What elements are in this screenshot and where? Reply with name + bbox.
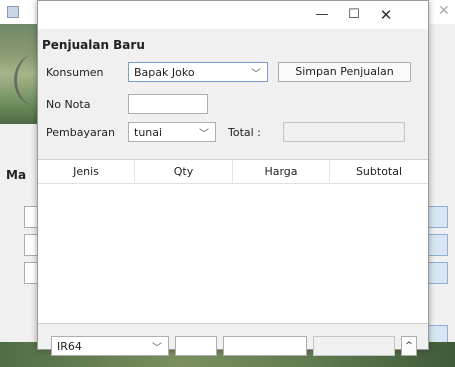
- parent-partial-label: Ma: [6, 168, 27, 182]
- column-header-subtotal[interactable]: Subtotal: [330, 160, 428, 184]
- subtotal-field: [313, 336, 395, 356]
- jenis-combo[interactable]: IR64 ﹀: [51, 336, 169, 356]
- app-icon: [7, 6, 19, 18]
- add-item-button[interactable]: ^: [401, 336, 417, 356]
- chevron-down-icon: ﹀: [199, 129, 209, 140]
- column-header-qty[interactable]: Qty: [135, 160, 233, 184]
- dialog-title: Penjualan Baru: [42, 38, 145, 52]
- penjualan-baru-dialog: — ☐ ✕ Penjualan Baru Konsumen Bapak Joko…: [37, 0, 429, 356]
- pembayaran-combo[interactable]: tunai ﹀: [128, 122, 216, 142]
- table-header: Jenis Qty Harga Subtotal: [38, 160, 428, 184]
- parent-button-1[interactable]: [428, 206, 448, 228]
- pembayaran-label: Pembayaran: [46, 126, 115, 139]
- parent-button-3[interactable]: [428, 262, 448, 284]
- no-nota-input[interactable]: [128, 94, 208, 114]
- chevron-down-icon: ﹀: [251, 69, 261, 80]
- items-table[interactable]: Jenis Qty Harga Subtotal: [38, 159, 428, 324]
- konsumen-label: Konsumen: [46, 66, 104, 79]
- qty-input[interactable]: [175, 336, 217, 356]
- dialog-titlebar: — ☐ ✕: [38, 1, 428, 29]
- konsumen-combo[interactable]: Bapak Joko ﹀: [128, 62, 268, 82]
- total-field: [283, 122, 405, 142]
- harga-input[interactable]: [223, 336, 307, 356]
- column-header-harga[interactable]: Harga: [233, 160, 330, 184]
- column-header-jenis[interactable]: Jenis: [38, 160, 135, 184]
- simpan-penjualan-button[interactable]: Simpan Penjualan: [278, 62, 411, 82]
- maximize-icon[interactable]: ☐: [340, 6, 368, 24]
- no-nota-label: No Nota: [46, 98, 91, 111]
- total-label: Total :: [228, 126, 261, 139]
- close-icon[interactable]: ✕: [372, 6, 400, 24]
- minimize-icon[interactable]: —: [308, 6, 336, 24]
- pembayaran-value: tunai: [134, 126, 163, 139]
- konsumen-value: Bapak Joko: [134, 66, 195, 79]
- parent-close-icon[interactable]: ✕: [438, 3, 450, 19]
- parent-button-2[interactable]: [428, 234, 448, 256]
- item-entry-bar: IR64 ﹀ ^: [38, 325, 428, 356]
- jenis-value: IR64: [57, 340, 82, 353]
- chevron-down-icon: ﹀: [152, 343, 162, 354]
